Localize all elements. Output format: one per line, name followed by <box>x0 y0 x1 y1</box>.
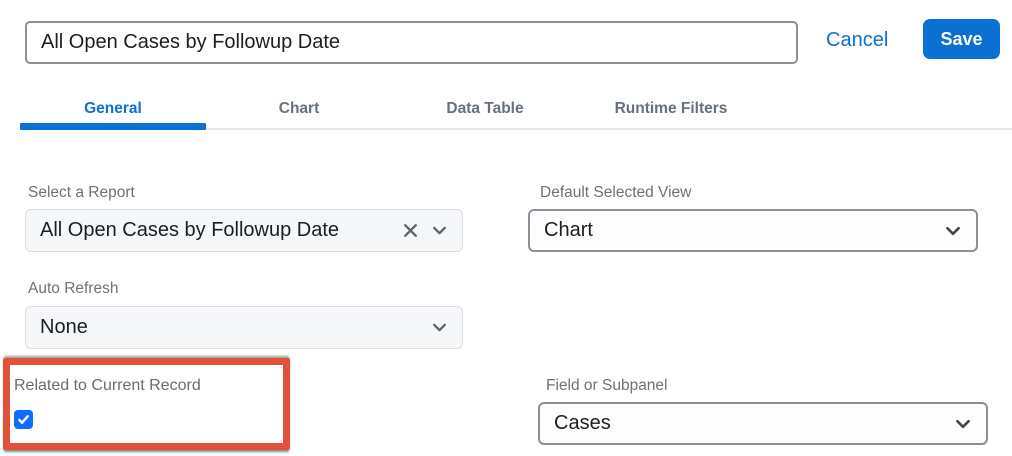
field-or-subpanel-value: Cases <box>554 412 611 434</box>
select-a-report-label: Select a Report <box>28 184 135 201</box>
select-a-report-controls <box>402 222 448 239</box>
tab-data-table[interactable]: Data Table <box>392 96 578 122</box>
chevron-down-icon[interactable] <box>431 319 448 336</box>
default-selected-view-controls <box>944 222 962 240</box>
default-selected-view-value: Chart <box>544 219 593 241</box>
chevron-down-icon[interactable] <box>431 222 448 239</box>
related-to-current-record-label: Related to Current Record <box>14 377 201 394</box>
highlight-annotation-rectangle <box>3 358 290 450</box>
chevron-down-icon <box>944 222 962 240</box>
active-tab-indicator <box>20 123 206 130</box>
dashlet-title-input[interactable] <box>25 21 798 64</box>
chevron-down-icon <box>954 415 972 433</box>
tab-runtime-filters[interactable]: Runtime Filters <box>578 96 764 122</box>
auto-refresh-value: None <box>40 316 88 338</box>
auto-refresh-dropdown[interactable]: None <box>25 306 463 349</box>
dashlet-config-panel: Cancel Save General Chart Data Table Run… <box>0 0 1012 456</box>
checkmark-icon <box>17 413 30 426</box>
auto-refresh-label: Auto Refresh <box>28 280 119 297</box>
related-to-current-record-checkbox[interactable] <box>14 410 33 429</box>
cancel-button[interactable]: Cancel <box>820 25 894 56</box>
field-or-subpanel-controls <box>954 415 972 433</box>
auto-refresh-controls <box>431 319 448 336</box>
field-or-subpanel-dropdown[interactable]: Cases <box>538 402 988 445</box>
tab-chart[interactable]: Chart <box>206 96 392 122</box>
clear-icon[interactable] <box>402 222 419 239</box>
select-a-report-dropdown[interactable]: All Open Cases by Followup Date <box>25 209 463 252</box>
default-selected-view-label: Default Selected View <box>540 184 692 201</box>
tab-general[interactable]: General <box>20 96 206 122</box>
default-selected-view-dropdown[interactable]: Chart <box>528 209 978 252</box>
save-button[interactable]: Save <box>923 19 1000 59</box>
field-or-subpanel-label: Field or Subpanel <box>546 377 668 394</box>
select-a-report-value: All Open Cases by Followup Date <box>40 219 340 241</box>
